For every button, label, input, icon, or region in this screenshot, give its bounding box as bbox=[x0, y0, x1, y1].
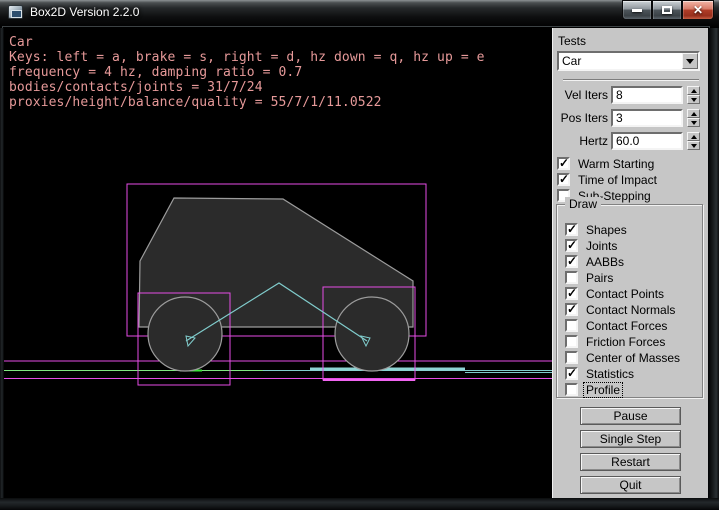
arrow-down-icon bbox=[691, 98, 697, 102]
arrow-up-icon bbox=[691, 112, 697, 116]
pos-iters-row: Pos Iters bbox=[553, 109, 709, 127]
statistics-label: Statistics bbox=[586, 367, 634, 381]
proxies-stats-text: proxies/height/balance/quality = 55/7/1/… bbox=[9, 95, 485, 110]
simulation-canvas[interactable]: Car Keys: left = a, brake = s, right = d… bbox=[4, 28, 552, 498]
hertz-spin-down[interactable] bbox=[687, 141, 700, 150]
warm-starting-label: Warm Starting bbox=[578, 157, 654, 171]
control-panel: Tests Car Vel Iters Pos Iters bbox=[552, 28, 708, 498]
tests-dropdown[interactable]: Car bbox=[557, 51, 700, 71]
pos-iters-spin-up[interactable] bbox=[687, 109, 700, 118]
checkbox-icon bbox=[557, 157, 570, 170]
vel-iters-spinner bbox=[687, 86, 700, 104]
contact-points-label: Contact Points bbox=[586, 287, 664, 301]
app-window: Box2D Version 2.2.0 ✕ bbox=[0, 0, 719, 510]
window-title: Box2D Version 2.2.0 bbox=[30, 0, 139, 24]
hertz-row: Hertz bbox=[553, 132, 709, 150]
checkbox-icon bbox=[565, 319, 578, 332]
pos-iters-spinner bbox=[687, 109, 700, 127]
window-border-bottom bbox=[0, 498, 719, 510]
checkbox-icon bbox=[565, 335, 578, 348]
center-of-masses-label: Center of Masses bbox=[586, 351, 680, 365]
hertz-input[interactable] bbox=[611, 132, 683, 150]
maximize-button[interactable] bbox=[652, 0, 682, 20]
right-wheel bbox=[335, 297, 409, 371]
keys-help-text: Keys: left = a, brake = s, right = d, hz… bbox=[9, 50, 485, 65]
checkbox-icon bbox=[565, 367, 578, 380]
restart-button[interactable]: Restart bbox=[580, 453, 681, 471]
single-step-button[interactable]: Single Step bbox=[580, 430, 681, 448]
vel-iters-input[interactable] bbox=[611, 86, 683, 104]
pos-iters-label: Pos Iters bbox=[553, 111, 608, 125]
checkbox-icon bbox=[565, 239, 578, 252]
tests-dropdown-button[interactable] bbox=[682, 53, 698, 69]
pos-iters-spin-down[interactable] bbox=[687, 118, 700, 127]
checkbox-icon bbox=[565, 383, 578, 396]
vel-iters-spin-down[interactable] bbox=[687, 95, 700, 104]
minimize-button[interactable] bbox=[622, 0, 652, 20]
contact-normals-label: Contact Normals bbox=[586, 303, 675, 317]
time-of-impact-label: Time of Impact bbox=[578, 173, 657, 187]
draw-group-title: Draw bbox=[565, 197, 601, 211]
arrow-up-icon bbox=[691, 89, 697, 93]
hertz-label: Hertz bbox=[553, 134, 608, 148]
checkbox-icon bbox=[565, 287, 578, 300]
arrow-down-icon bbox=[691, 121, 697, 125]
checkbox-icon bbox=[565, 271, 578, 284]
pause-button[interactable]: Pause bbox=[580, 407, 681, 425]
app-icon bbox=[8, 5, 23, 19]
vel-iters-spin-up[interactable] bbox=[687, 86, 700, 95]
aabbs-label: AABBs bbox=[586, 255, 624, 269]
checkbox-icon bbox=[565, 303, 578, 316]
joints-label: Joints bbox=[586, 239, 617, 253]
vel-iters-row: Vel Iters bbox=[553, 86, 709, 104]
shapes-label: Shapes bbox=[586, 223, 627, 237]
left-wheel bbox=[148, 297, 222, 371]
title-bar[interactable]: Box2D Version 2.2.0 ✕ bbox=[0, 0, 719, 28]
tests-label: Tests bbox=[558, 34, 586, 48]
checkbox-icon bbox=[565, 255, 578, 268]
hertz-spinner bbox=[687, 132, 700, 150]
chevron-down-icon bbox=[686, 59, 694, 64]
close-icon: ✕ bbox=[693, 4, 703, 16]
hertz-spin-up[interactable] bbox=[687, 132, 700, 141]
tests-dropdown-value: Car bbox=[562, 54, 581, 68]
pairs-label: Pairs bbox=[586, 271, 613, 285]
friction-forces-label: Friction Forces bbox=[586, 335, 665, 349]
contact-forces-label: Contact Forces bbox=[586, 319, 667, 333]
bodies-stats-text: bodies/contacts/joints = 31/7/24 bbox=[9, 80, 485, 95]
checkbox-icon bbox=[565, 351, 578, 364]
close-button[interactable]: ✕ bbox=[682, 0, 714, 20]
draw-groupbox: Draw Shapes Joints AABBs Pairs Contact P… bbox=[556, 204, 703, 398]
maximize-icon bbox=[662, 6, 672, 14]
quit-button[interactable]: Quit bbox=[580, 476, 681, 494]
profile-label: Profile bbox=[584, 383, 622, 397]
debug-hud: Car Keys: left = a, brake = s, right = d… bbox=[9, 35, 485, 110]
window-border-right bbox=[708, 28, 719, 510]
checkbox-icon bbox=[557, 173, 570, 186]
separator bbox=[563, 79, 699, 81]
arrow-down-icon bbox=[691, 144, 697, 148]
vel-iters-label: Vel Iters bbox=[553, 88, 608, 102]
test-title-text: Car bbox=[9, 35, 485, 50]
minimize-icon bbox=[632, 9, 642, 12]
arrow-up-icon bbox=[691, 135, 697, 139]
pos-iters-input[interactable] bbox=[611, 109, 683, 127]
checkbox-icon bbox=[565, 223, 578, 236]
frequency-text: frequency = 4 hz, damping ratio = 0.7 bbox=[9, 65, 485, 80]
